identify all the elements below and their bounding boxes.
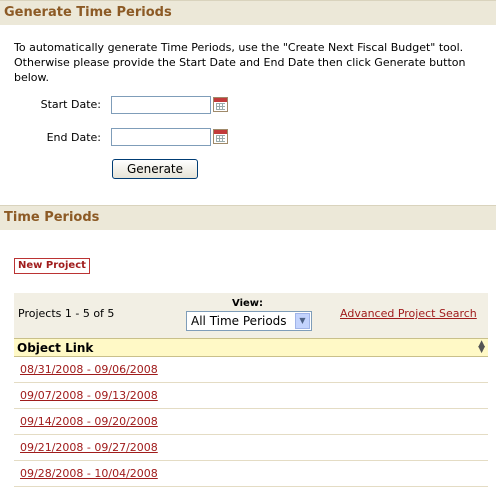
table-row: 09/14/2008 - 09/20/2008 (14, 409, 488, 435)
time-period-link[interactable]: 09/14/2008 - 09/20/2008 (20, 415, 158, 428)
table-row: 09/28/2008 - 10/04/2008 (14, 461, 488, 487)
new-project-button[interactable]: New Project (14, 258, 90, 274)
generate-section-title: Generate Time Periods (4, 5, 172, 20)
calendar-icon[interactable] (213, 97, 228, 112)
calendar-icon[interactable] (213, 129, 228, 144)
advanced-project-search-link[interactable]: Advanced Project Search (340, 307, 477, 320)
projects-panel: Projects 1 - 5 of 5 View: All Time Perio… (14, 293, 488, 487)
table-row: 09/21/2008 - 09/27/2008 (14, 435, 488, 461)
view-select[interactable]: All Time Periods ▼ (186, 311, 312, 331)
project-count: Projects 1 - 5 of 5 (18, 307, 115, 320)
start-date-label: Start Date: (40, 98, 101, 111)
view-select-value: All Time Periods (191, 314, 287, 328)
end-date-input[interactable] (111, 128, 211, 146)
time-period-link[interactable]: 09/28/2008 - 10/04/2008 (20, 467, 158, 480)
time-period-link[interactable]: 08/31/2008 - 09/06/2008 (20, 363, 158, 376)
generate-description: To automatically generate Time Periods, … (14, 41, 466, 84)
generate-section-header: Generate Time Periods (0, 0, 496, 25)
table-row: 08/31/2008 - 09/06/2008 (14, 357, 488, 383)
view-label: View: (232, 298, 264, 309)
end-date-label: End Date: (46, 131, 101, 144)
time-period-link[interactable]: 09/07/2008 - 09/13/2008 (20, 389, 158, 402)
time-periods-title: Time Periods (4, 210, 100, 225)
table-row: 09/07/2008 - 09/13/2008 (14, 383, 488, 409)
object-link-column-header[interactable]: Object Link (17, 341, 93, 355)
time-periods-section-header: Time Periods (0, 205, 496, 230)
generate-button[interactable]: Generate (112, 159, 198, 179)
table-header[interactable]: Object Link ▲ ▼ (14, 338, 488, 357)
chevron-down-icon[interactable]: ▼ (295, 313, 310, 329)
sort-icon[interactable]: ▲ ▼ (478, 340, 485, 355)
start-date-input[interactable] (111, 96, 211, 114)
time-period-link[interactable]: 09/21/2008 - 09/27/2008 (20, 441, 158, 454)
